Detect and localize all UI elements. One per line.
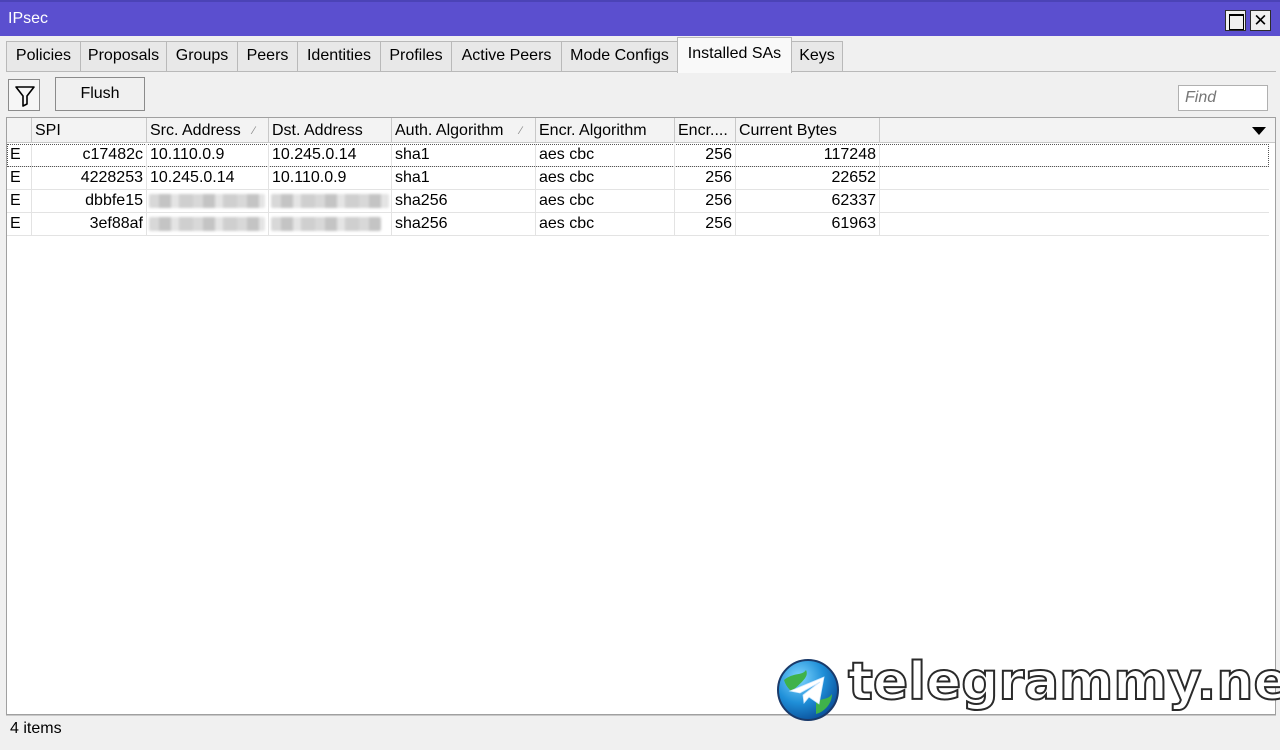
tab-groups[interactable]: Groups (166, 41, 238, 71)
cell-current-bytes: 61963 (736, 213, 880, 236)
redacted-blur (271, 194, 389, 208)
redacted-blur (149, 194, 265, 208)
table-row[interactable]: E c17482c 10.110.0.9 10.245.0.14 sha1 ae… (7, 144, 1269, 167)
table-row[interactable]: E 4228253 10.245.0.14 10.110.0.9 sha1 ae… (7, 167, 1269, 190)
cell-encr-algorithm: aes cbc (536, 167, 675, 190)
cell-current-bytes: 117248 (736, 144, 880, 167)
cell-spi: 3ef88af (32, 213, 147, 236)
cell-encr-key-size: 256 (675, 167, 736, 190)
cell-src-address: 10.110.0.9 (147, 144, 269, 167)
cell-encr-key-size: 256 (675, 144, 736, 167)
tab-proposals[interactable]: Proposals (80, 41, 167, 71)
window-title: IPsec (8, 10, 49, 27)
cell-spi: 4228253 (32, 167, 147, 190)
col-encr-key-size-header[interactable]: Encr.... (675, 118, 736, 143)
tab-mode-configs[interactable]: Mode Configs (561, 41, 678, 71)
col-flag-header[interactable] (7, 118, 32, 143)
tab-identities[interactable]: Identities (297, 41, 381, 71)
tab-active-peers[interactable]: Active Peers (451, 41, 562, 71)
cell-encr-algorithm: aes cbc (536, 144, 675, 167)
sort-icon: ∕ (253, 125, 255, 137)
cell-encr-algorithm: aes cbc (536, 190, 675, 213)
cell-encr-key-size: 256 (675, 213, 736, 236)
cell-current-bytes: 22652 (736, 167, 880, 190)
tab-installed-sas[interactable]: Installed SAs (677, 37, 792, 73)
telegram-globe-icon (777, 659, 839, 721)
cell-flag: E (7, 144, 32, 167)
redacted-blur (271, 217, 381, 231)
cell-dst-address: 10.245.0.14 (269, 144, 392, 167)
watermark: telegrammy.net (776, 651, 1280, 722)
col-src-address-label: Src. Address (150, 122, 241, 139)
cell-auth-algorithm: sha256 (392, 190, 536, 213)
cell-auth-algorithm: sha256 (392, 213, 536, 236)
tab-keys[interactable]: Keys (791, 41, 843, 71)
watermark-text: telegrammy.net (847, 651, 1280, 713)
col-src-address-header[interactable]: Src. Address ∕ (147, 118, 269, 143)
filter-icon (15, 86, 35, 107)
sort-icon: ∕ (520, 125, 522, 137)
col-auth-algorithm-header[interactable]: Auth. Algorithm ∕ (392, 118, 536, 143)
cell-dst-address: 10.110.0.9 (269, 167, 392, 190)
item-count: 4 items (10, 720, 62, 737)
filter-button[interactable] (8, 79, 40, 111)
cell-encr-algorithm: aes cbc (536, 213, 675, 236)
table-header: SPI Src. Address ∕ Dst. Address Auth. Al… (7, 118, 1275, 143)
find-input[interactable] (1178, 85, 1268, 111)
cell-dst-address-redacted (269, 213, 392, 236)
table-row[interactable]: E 3ef88af sha256 aes cbc 256 61963 (7, 213, 1269, 236)
cell-auth-algorithm: sha1 (392, 144, 536, 167)
table-row[interactable]: E dbbfe15 sha256 aes cbc 256 62337 (7, 190, 1269, 213)
cell-encr-key-size: 256 (675, 190, 736, 213)
col-spi-header[interactable]: SPI (32, 118, 147, 143)
flush-button[interactable]: Flush (55, 77, 145, 111)
cell-spi: dbbfe15 (32, 190, 147, 213)
tab-profiles[interactable]: Profiles (380, 41, 452, 71)
col-dst-address-header[interactable]: Dst. Address (269, 118, 392, 143)
col-encr-algorithm-header[interactable]: Encr. Algorithm (536, 118, 675, 143)
redacted-blur (149, 217, 265, 231)
toolbar: Flush (0, 72, 1280, 116)
col-auth-algorithm-label: Auth. Algorithm (395, 122, 504, 139)
installed-sas-table: SPI Src. Address ∕ Dst. Address Auth. Al… (6, 117, 1276, 715)
tab-strip: Policies Proposals Groups Peers Identiti… (0, 36, 1280, 73)
maximize-button[interactable] (1225, 10, 1246, 31)
window-titlebar: IPsec ✕ (0, 0, 1280, 36)
cell-auth-algorithm: sha1 (392, 167, 536, 190)
tab-peers[interactable]: Peers (237, 41, 298, 71)
col-current-bytes-header[interactable]: Current Bytes (736, 118, 880, 143)
cell-dst-address-redacted (269, 190, 392, 213)
cell-current-bytes: 62337 (736, 190, 880, 213)
columns-dropdown-icon[interactable] (1252, 127, 1266, 135)
cell-flag: E (7, 167, 32, 190)
cell-flag: E (7, 213, 32, 236)
cell-src-address: 10.245.0.14 (147, 167, 269, 190)
cell-flag: E (7, 190, 32, 213)
tab-policies[interactable]: Policies (6, 41, 81, 71)
cell-src-address-redacted (147, 190, 269, 213)
cell-spi: c17482c (32, 144, 147, 167)
close-button[interactable]: ✕ (1250, 10, 1271, 31)
cell-src-address-redacted (147, 213, 269, 236)
